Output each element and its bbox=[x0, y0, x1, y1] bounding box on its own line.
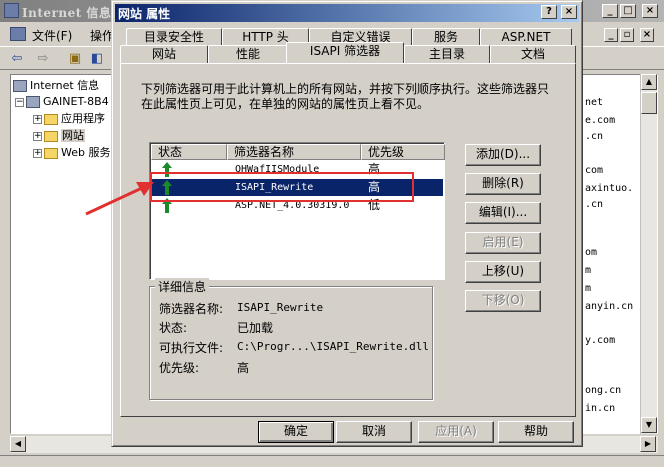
edit-filter-button[interactable]: 编辑(I)... bbox=[465, 202, 541, 224]
tab-isapi-filters[interactable]: ISAPI 筛选器 bbox=[286, 42, 404, 63]
detail-name-value: ISAPI_Rewrite bbox=[237, 301, 324, 314]
dialog-close-icon[interactable]: × bbox=[561, 5, 577, 19]
annotation-arrow-icon bbox=[85, 182, 154, 216]
list-item[interactable]: ong.cn bbox=[585, 385, 621, 396]
column-header-filter-name[interactable]: 筛选器名称 bbox=[227, 144, 361, 160]
list-item[interactable]: com bbox=[585, 165, 603, 176]
details-legend: 详细信息 bbox=[155, 278, 210, 295]
expand-icon[interactable]: + bbox=[33, 148, 42, 158]
list-item[interactable]: anyin.cn bbox=[585, 301, 633, 312]
back-arrow-icon[interactable]: ⇦ bbox=[8, 51, 26, 67]
scroll-up-icon[interactable]: ▲ bbox=[641, 74, 657, 90]
website-properties-dialog: 网站 属性 ? × 目录安全性 HTTP 头 自定义错误 服务 ASP.NET … bbox=[111, 0, 583, 447]
tree-item-websites[interactable]: + 网站 bbox=[33, 127, 85, 144]
menu-file[interactable]: 文件(F) bbox=[32, 27, 72, 44]
enable-filter-button[interactable]: 启用(E) bbox=[465, 232, 541, 254]
detail-name-label: 筛选器名称: bbox=[159, 302, 224, 316]
list-item[interactable]: in.cn bbox=[585, 403, 615, 414]
help-question-icon[interactable]: ? bbox=[541, 5, 557, 19]
list-item[interactable]: m bbox=[585, 265, 591, 276]
forward-arrow-icon[interactable]: ⇨ bbox=[34, 51, 52, 67]
detail-status-value: 已加载 bbox=[237, 321, 274, 335]
tab-documents[interactable]: 文档 bbox=[490, 45, 576, 63]
tab-service[interactable]: 服务 bbox=[412, 28, 480, 46]
vertical-scrollbar[interactable]: ▲ ▼ bbox=[640, 74, 657, 434]
filters-description: 下列筛选器可用于此计算机上的所有网站，并按下列顺序执行。这些筛选器只在此属性页上… bbox=[141, 82, 550, 111]
iis-app-icon bbox=[4, 3, 19, 18]
doc-restore-icon[interactable]: ▫ bbox=[620, 28, 634, 42]
help-button[interactable]: 帮助 bbox=[498, 421, 574, 443]
move-down-button[interactable]: 下移(O) bbox=[465, 290, 541, 312]
dialog-title: 网站 属性 bbox=[118, 7, 171, 21]
minimize-icon[interactable]: _ bbox=[602, 4, 618, 18]
tree-item-web-service-ext[interactable]: + Web 服务 bbox=[33, 144, 110, 161]
scroll-down-icon[interactable]: ▼ bbox=[641, 417, 657, 433]
expand-icon[interactable]: + bbox=[33, 114, 42, 124]
detail-priority-label: 优先级: bbox=[159, 361, 200, 375]
detail-exe-label: 可执行文件: bbox=[159, 341, 224, 355]
list-item[interactable]: .cn bbox=[585, 199, 603, 210]
column-header-status[interactable]: 状态 bbox=[151, 144, 227, 160]
list-item[interactable]: net bbox=[585, 97, 603, 108]
show-tree-icon[interactable]: ◧ bbox=[88, 51, 106, 67]
status-bar bbox=[0, 455, 664, 467]
close-icon[interactable]: × bbox=[642, 4, 658, 18]
list-item[interactable]: .cn bbox=[585, 131, 603, 142]
move-up-button[interactable]: 上移(U) bbox=[465, 261, 541, 283]
computer-icon bbox=[26, 96, 40, 108]
cancel-button[interactable]: 取消 bbox=[336, 421, 412, 443]
up-folder-icon[interactable]: ▣ bbox=[66, 51, 84, 67]
collapse-icon[interactable]: − bbox=[15, 97, 24, 107]
doc-close-icon[interactable]: × bbox=[640, 28, 654, 42]
tab-directory-security[interactable]: 目录安全性 bbox=[126, 28, 222, 46]
detail-exe-value: C:\Progr...\ISAPI_Rewrite.dll bbox=[237, 340, 430, 353]
remove-filter-button[interactable]: 删除(R) bbox=[465, 173, 541, 195]
add-filter-button[interactable]: 添加(D)... bbox=[465, 144, 541, 166]
folder-icon bbox=[44, 147, 58, 159]
tree-item-iis-root[interactable]: Internet 信息 bbox=[13, 77, 99, 94]
folder-icon bbox=[44, 113, 58, 125]
dialog-title-bar[interactable]: 网站 属性 ? × bbox=[115, 4, 579, 22]
list-item[interactable]: axintuo. bbox=[585, 183, 633, 194]
annotation-highlight-box bbox=[150, 172, 414, 202]
maximize-icon[interactable]: □ bbox=[620, 4, 636, 18]
column-header-priority[interactable]: 优先级 bbox=[361, 144, 445, 160]
list-item[interactable]: e.com bbox=[585, 115, 615, 126]
expand-icon[interactable]: + bbox=[33, 131, 42, 141]
folder-icon bbox=[44, 130, 58, 142]
scroll-right-icon[interactable]: ▶ bbox=[640, 436, 656, 452]
filter-list[interactable]: 状态 筛选器名称 优先级 QHWafIISModule 高 ISAPI_Rewr… bbox=[149, 142, 445, 280]
scroll-thumb[interactable] bbox=[641, 92, 657, 114]
ok-button[interactable]: 确定 bbox=[258, 421, 334, 443]
iis-window-title: Internet 信息 bbox=[22, 6, 112, 20]
iis-root-icon bbox=[13, 80, 27, 92]
scroll-left-icon[interactable]: ◀ bbox=[10, 436, 26, 452]
tree-item-server[interactable]: − GAINET-8B4 bbox=[15, 93, 109, 110]
list-item[interactable]: y.com bbox=[585, 335, 615, 346]
list-item[interactable]: om bbox=[585, 247, 597, 258]
tab-website[interactable]: 网站 bbox=[120, 45, 208, 63]
detail-status-label: 状态: bbox=[159, 321, 188, 335]
apply-button[interactable]: 应用(A) bbox=[418, 421, 494, 443]
isapi-filters-panel: 下列筛选器可用于此计算机上的所有网站，并按下列顺序执行。这些筛选器只在此属性页上… bbox=[120, 63, 576, 417]
doc-minimize-icon[interactable]: _ bbox=[604, 28, 618, 42]
detail-priority-value: 高 bbox=[237, 361, 250, 375]
tree-item-app-pools[interactable]: + 应用程序 bbox=[33, 110, 105, 127]
mmc-doc-icon bbox=[10, 27, 26, 41]
tab-aspnet[interactable]: ASP.NET bbox=[480, 28, 572, 46]
tab-home-directory[interactable]: 主目录 bbox=[404, 45, 490, 63]
tab-performance[interactable]: 性能 bbox=[208, 45, 288, 63]
list-item[interactable]: m bbox=[585, 283, 591, 294]
iis-tree-pane: Internet 信息 − GAINET-8B4 + 应用程序 + 网站 + Web 服… bbox=[10, 74, 118, 434]
